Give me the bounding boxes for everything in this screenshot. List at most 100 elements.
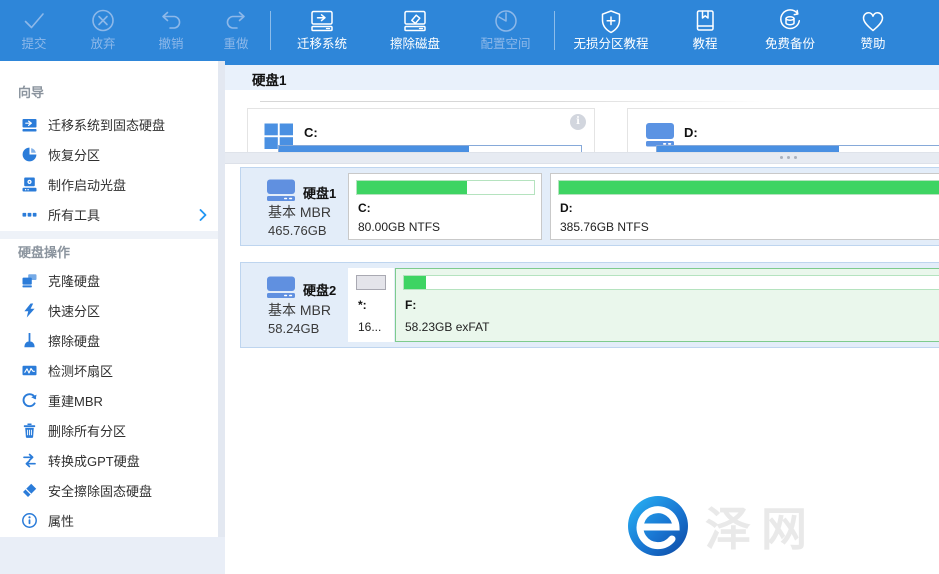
partition-star-block[interactable]: *: 16... — [348, 268, 394, 342]
discard-icon — [89, 7, 117, 35]
toolbar-item-label: 赞助 — [860, 35, 885, 53]
disk1-row[interactable]: 硬盘1 基本 MBR 465.76GB C: 80.00GB NTFS D: 3… — [240, 167, 939, 246]
sidebar-item-recover-partition[interactable]: 恢复分区 — [0, 139, 218, 169]
disk2-row[interactable]: 硬盘2 基本 MBR 58.24GB *: 16... F: 58.23GB e… — [240, 262, 939, 348]
free-backup-button[interactable]: 免费备份 — [745, 0, 835, 61]
sidebar-item-check-bad-sectors[interactable]: 检测坏扇区 — [0, 355, 218, 385]
partition-star-label: *: — [358, 298, 367, 312]
partition-f-usage-bar — [403, 275, 939, 290]
partition-tutorial-button[interactable]: 无损分区教程 — [557, 0, 665, 61]
tutorial-button[interactable]: 教程 — [665, 0, 745, 61]
partition-c-label: C: — [358, 201, 371, 215]
sidebar-item-label: 迁移系统到固态硬盘 — [48, 115, 165, 134]
sidebar-item-quick-partition[interactable]: 快速分区 — [0, 295, 218, 325]
toolbar-item-label: 免费备份 — [765, 35, 815, 53]
sidebar-item-clone-disk[interactable]: 克隆硬盘 — [0, 265, 218, 295]
toolbar-item-label: 放弃 — [90, 35, 115, 53]
toolbar-item-label: 迁移系统 — [297, 35, 347, 53]
info-icon[interactable]: i — [570, 114, 586, 130]
disk1-size: 465.76GB — [268, 223, 327, 238]
chevron-right-icon — [199, 208, 207, 226]
sidebar-item-properties[interactable]: 属性 — [0, 505, 218, 535]
sidebar-section-divider — [0, 231, 218, 239]
overview-d-label: D: — [684, 125, 698, 140]
wipe-disk-button[interactable]: 擦除磁盘 — [371, 0, 459, 61]
sidebar-item-make-bootable-cd[interactable]: 制作启动光盘 — [0, 169, 218, 199]
header-divider-line — [260, 101, 768, 102]
sidebar-item-label: 安全擦除固态硬盘 — [48, 481, 152, 500]
sidebar-item-label: 重建MBR — [48, 391, 103, 410]
shield-plus-icon — [597, 7, 625, 35]
submit-button[interactable]: 提交 — [0, 0, 68, 61]
partition-f-usage-fill — [404, 276, 426, 289]
partition-star-usage-bar — [356, 275, 386, 290]
disk1-name: 硬盘1 — [303, 183, 336, 202]
watermark-logo — [623, 491, 693, 566]
undo-button[interactable]: 撤销 — [138, 0, 204, 61]
watermark-text: 泽网 — [705, 494, 817, 564]
toolbar-separator — [270, 11, 271, 50]
sidebar-section-wizard-title: 向导 — [18, 82, 44, 101]
sidebar: 向导 迁移系统到固态硬盘 恢复分区 制作启动光盘 所有工具 — [0, 61, 218, 537]
secure-erase-icon — [21, 482, 37, 498]
tab-disk1[interactable]: 硬盘1 — [252, 69, 287, 89]
wipe-hdd-icon — [21, 332, 37, 348]
recover-partition-icon — [21, 146, 37, 162]
partition-f-block[interactable]: F: 58.23GB exFAT — [395, 268, 939, 342]
rebuild-mbr-icon — [21, 392, 37, 408]
sidebar-item-label: 属性 — [48, 511, 74, 530]
sidebar-item-label: 所有工具 — [48, 205, 100, 224]
partition-c-block[interactable]: C: 80.00GB NTFS — [348, 173, 542, 240]
backup-icon — [776, 7, 804, 35]
disk2-size: 58.24GB — [268, 321, 319, 336]
properties-icon — [21, 512, 37, 528]
migrate-os-icon — [308, 7, 336, 35]
toolbar-item-label: 擦除磁盘 — [390, 35, 440, 53]
quick-partition-icon — [21, 302, 37, 318]
partition-d-usage-fill — [559, 181, 939, 194]
main-area: 硬盘1 C: i D: 硬盘1 基本 MBR 465.76GB — [225, 61, 939, 574]
partition-d-usage-bar — [558, 180, 939, 195]
sidebar-item-label: 擦除硬盘 — [48, 331, 100, 350]
overview-splitter — [225, 152, 939, 164]
bootable-cd-icon — [21, 176, 37, 192]
toolbar-item-label: 撤销 — [158, 35, 183, 53]
redo-icon — [222, 7, 250, 35]
partition-star-info: 16... — [358, 320, 381, 334]
delete-partitions-icon — [21, 422, 37, 438]
partition-f-info: 58.23GB exFAT — [405, 320, 490, 334]
sidebar-item-label: 快速分区 — [48, 301, 100, 320]
sidebar-item-label: 转换成GPT硬盘 — [48, 451, 140, 470]
toolbar: 提交 放弃 撤销 重做 迁移系统 擦除磁盘 配置空间 — [0, 0, 939, 61]
heart-icon — [859, 7, 887, 35]
disk2-type: 基本 MBR — [268, 300, 331, 320]
sidebar-item-secure-erase-ssd[interactable]: 安全擦除固态硬盘 — [0, 475, 218, 505]
partition-d-block[interactable]: D: 385.76GB NTFS — [550, 173, 939, 240]
disk2-name: 硬盘2 — [303, 280, 336, 299]
bad-sector-icon — [21, 362, 37, 378]
sidebar-item-label: 恢复分区 — [48, 145, 100, 164]
toolbar-item-label: 教程 — [692, 35, 717, 53]
migrate-os-button[interactable]: 迁移系统 — [273, 0, 371, 61]
splitter-drag-handle[interactable] — [780, 156, 797, 159]
sidebar-item-all-tools[interactable]: 所有工具 — [0, 199, 218, 229]
all-tools-icon — [21, 206, 37, 222]
discard-button[interactable]: 放弃 — [68, 0, 138, 61]
donate-button[interactable]: 赞助 — [835, 0, 911, 61]
sidebar-item-migrate-to-ssd[interactable]: 迁移系统到固态硬盘 — [0, 109, 218, 139]
sidebar-item-convert-to-gpt[interactable]: 转换成GPT硬盘 — [0, 445, 218, 475]
sidebar-item-rebuild-mbr[interactable]: 重建MBR — [0, 385, 218, 415]
partition-d-label: D: — [560, 201, 573, 215]
left-column: 向导 迁移系统到固态硬盘 恢复分区 制作启动光盘 所有工具 — [0, 61, 225, 574]
allocate-space-button[interactable]: 配置空间 — [459, 0, 552, 61]
toolbar-item-label: 无损分区教程 — [573, 35, 648, 53]
sidebar-item-delete-all-partitions[interactable]: 删除所有分区 — [0, 415, 218, 445]
check-icon — [20, 7, 48, 35]
migrate-ssd-icon — [21, 116, 37, 132]
sidebar-item-label: 制作启动光盘 — [48, 175, 126, 194]
redo-button[interactable]: 重做 — [204, 0, 268, 61]
partition-f-label: F: — [405, 298, 416, 312]
sidebar-item-wipe-hdd[interactable]: 擦除硬盘 — [0, 325, 218, 355]
partition-c-info: 80.00GB NTFS — [358, 220, 440, 234]
disk1-type: 基本 MBR — [268, 202, 331, 222]
